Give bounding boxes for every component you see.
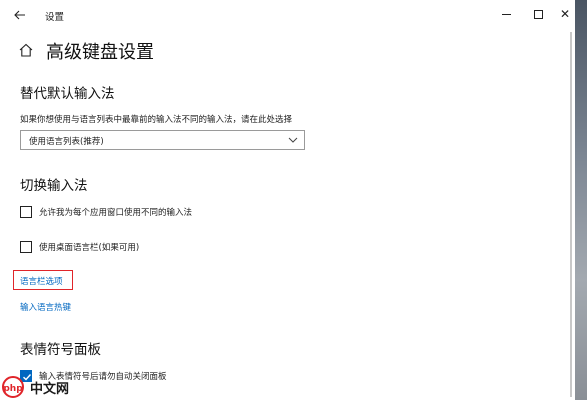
maximize-button[interactable] <box>525 4 551 24</box>
default-input-heading: 替代默认输入法 <box>20 86 115 102</box>
per-app-input-checkbox[interactable] <box>20 206 32 218</box>
watermark-text: 中文网 <box>30 382 70 397</box>
default-input-select[interactable]: 使用语言列表(推荐) <box>20 130 305 150</box>
home-icon[interactable] <box>18 42 34 58</box>
desktop-language-bar-checkbox[interactable] <box>20 241 32 253</box>
scrollbar[interactable] <box>570 32 572 397</box>
back-button[interactable] <box>10 6 30 24</box>
switch-input-heading: 切换输入法 <box>20 178 88 194</box>
language-bar-options-link[interactable]: 语言栏选项 <box>20 275 63 287</box>
default-input-description: 如果你想使用与语言列表中最靠前的输入法不同的输入法，请在此处选择 <box>20 115 293 125</box>
app-title: 设置 <box>45 12 65 23</box>
minimize-button[interactable] <box>493 4 519 24</box>
minimize-icon <box>501 13 511 15</box>
close-button[interactable]: ✕ <box>552 4 575 24</box>
per-app-input-label: 允许我为每个应用窗口使用不同的输入法 <box>39 208 193 218</box>
settings-window: 设置 ✕ 高级键盘设置 替代默认输入法 如果你想使用与语言列表中最靠前的输入法不… <box>0 0 575 400</box>
php-logo-icon: php <box>2 376 24 398</box>
close-icon: ✕ <box>559 7 571 21</box>
input-language-hotkeys-link[interactable]: 输入语言热键 <box>20 301 71 313</box>
maximize-icon <box>533 9 543 19</box>
svg-text:php: php <box>3 384 23 394</box>
emoji-panel-heading: 表情符号面板 <box>20 342 101 358</box>
arrow-left-icon <box>14 10 25 20</box>
title-bar: 设置 ✕ <box>0 0 575 30</box>
select-value: 使用语言列表(推荐) <box>29 137 104 147</box>
desktop-background <box>575 0 587 400</box>
chevron-down-icon <box>288 137 298 143</box>
page-title: 高级键盘设置 <box>46 42 154 63</box>
desktop-language-bar-label: 使用桌面语言栏(如果可用) <box>39 243 140 253</box>
